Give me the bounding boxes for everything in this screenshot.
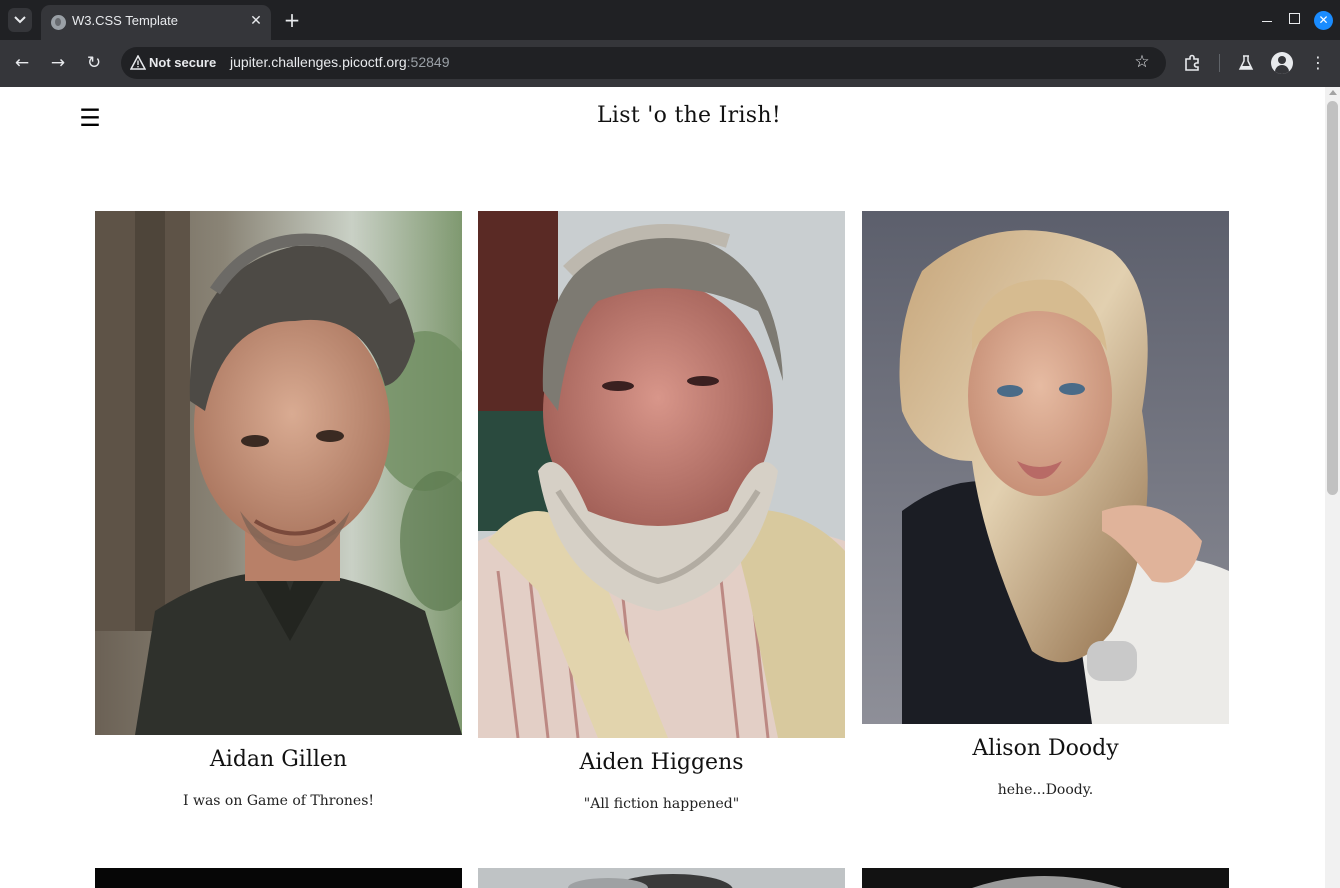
forward-arrow-icon[interactable]: → (47, 52, 69, 74)
tab-strip: W3.CSS Template ✕ + ✕ (0, 0, 1340, 40)
profile-avatar-icon[interactable] (1271, 52, 1293, 74)
tab-title: W3.CSS Template (72, 13, 178, 28)
back-arrow-icon[interactable]: ← (11, 52, 33, 74)
browser-tab[interactable]: W3.CSS Template ✕ (41, 5, 271, 40)
maximize-button[interactable] (1289, 13, 1300, 24)
warning-icon (130, 55, 146, 70)
scroll-up-arrow-icon[interactable] (1329, 90, 1337, 95)
chevron-down-icon (14, 16, 26, 24)
vertical-scrollbar[interactable] (1325, 87, 1340, 888)
extensions-puzzle-icon[interactable] (1181, 52, 1203, 74)
url-text: jupiter.challenges.picoctf.org:52849 (230, 54, 450, 70)
security-label[interactable]: Not secure (149, 55, 216, 70)
person-photo (478, 211, 845, 738)
page-title: List 'o the Irish! (596, 103, 782, 128)
toolbar-divider (1219, 54, 1220, 72)
reload-icon[interactable]: ↻ (83, 52, 105, 74)
url-host: jupiter.challenges.picoctf.org (230, 54, 407, 70)
globe-icon (51, 15, 66, 30)
tab-search-button[interactable] (8, 8, 32, 32)
person-name: Aidan Gillen (209, 747, 348, 772)
person-quote: "All fiction happened" (583, 796, 740, 812)
labs-flask-icon[interactable] (1235, 52, 1257, 74)
person-photo (862, 211, 1229, 724)
bookmark-star-icon[interactable]: ☆ (1132, 52, 1152, 72)
tab-close-icon[interactable]: ✕ (247, 12, 265, 30)
person-quote: hehe...Doody. (997, 782, 1094, 798)
new-tab-button[interactable]: + (282, 8, 302, 32)
person-card: Aiden Higgens "All fiction happened" (478, 211, 845, 812)
person-card: Aidan Gillen I was on Game of Thrones! (95, 211, 462, 809)
person-photo (862, 868, 1229, 888)
person-photo (95, 868, 462, 888)
person-photo (95, 211, 462, 735)
window-close-button[interactable]: ✕ (1314, 11, 1333, 30)
person-quote: I was on Game of Thrones! (182, 793, 375, 809)
person-name: Aiden Higgens (579, 750, 744, 775)
person-name: Alison Doody (972, 736, 1119, 761)
minimize-button[interactable] (1259, 10, 1275, 30)
person-card: Alison Doody hehe...Doody. (862, 211, 1229, 798)
person-photo (478, 868, 845, 888)
more-menu-icon[interactable]: ⋮ (1307, 52, 1329, 74)
url-port: :52849 (406, 54, 450, 70)
address-bar[interactable]: Not secure jupiter.challenges.picoctf.or… (121, 47, 1166, 79)
browser-toolbar: ← → ↻ Not secure jupiter.challenges.pico… (0, 40, 1340, 87)
scroll-thumb[interactable] (1327, 101, 1338, 495)
page-viewport: ☰ List 'o the Irish! Aidan Gillen I was … (0, 87, 1325, 888)
